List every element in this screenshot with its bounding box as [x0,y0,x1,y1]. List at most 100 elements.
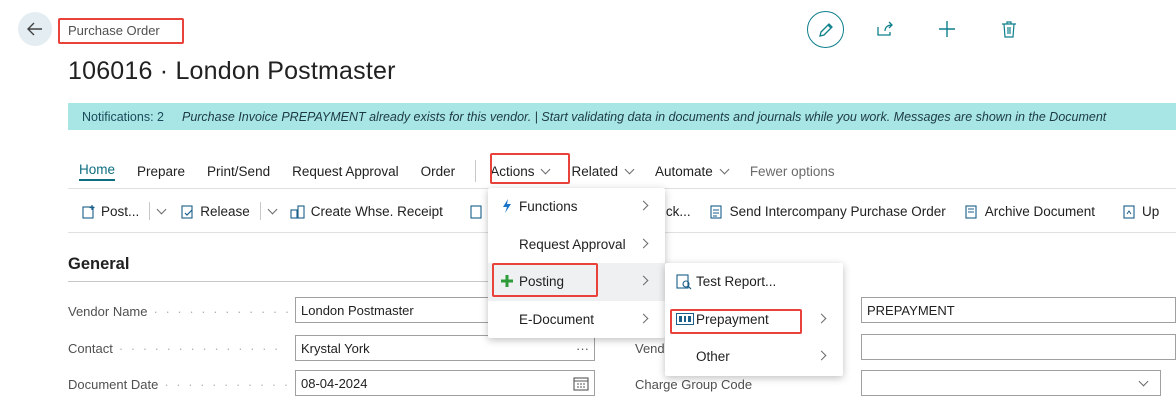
release-icon [179,203,195,219]
document-date-field[interactable]: 08-04-2024 [295,370,595,396]
vendor-name-value: London Postmaster [301,302,414,318]
chevron-right-icon [638,313,649,323]
contact-label-text: Contact [68,341,113,356]
release-button[interactable]: Release [179,203,250,219]
document-icon [469,203,485,219]
release-label: Release [200,203,250,219]
post-button[interactable]: Post... [80,203,139,219]
archive-icon [964,203,980,219]
chevron-right-icon [816,313,827,323]
edit-icon [818,22,833,37]
share-icon [877,21,893,36]
tab-automate-label: Automate [655,163,713,179]
warehouse-icon [290,203,306,219]
leader-dots: · · · · · · · · · · · · · · [164,377,293,392]
archive-document-button[interactable]: Archive Document [964,203,1095,219]
plus-green-icon [501,275,513,290]
menu-item-e-document[interactable]: E-Document [488,301,665,339]
right-field-2[interactable] [861,334,1176,360]
charge-group-code-label: Charge Group Code [635,377,855,392]
delete-button[interactable] [998,18,1020,40]
document-date-label-text: Document Date [68,377,159,392]
arrow-left-icon [27,22,42,36]
send-intercompany-label: Send Intercompany Purchase Order [729,203,946,219]
tab-request-approval[interactable]: Request Approval [292,164,399,179]
calendar-icon[interactable] [573,376,589,391]
actions-menu: Functions Request Approval Posting E-Doc… [488,188,665,338]
document-date-value: 08-04-2024 [301,375,368,391]
menu-item-request-approval[interactable]: Request Approval [488,226,665,264]
chevron-down-icon[interactable] [1138,376,1149,386]
create-whse-receipt-label: Create Whse. Receipt [310,203,443,219]
partial-command-label: ck... [665,203,691,219]
delete-icon [1002,20,1016,38]
post-label: Post... [101,203,140,219]
chevron-down-icon[interactable] [267,204,278,214]
post-icon [80,203,96,219]
page-title: 106016 · London Postmaster [68,57,396,85]
add-icon [939,21,955,37]
fewer-options-button[interactable]: Fewer options [750,164,835,179]
back-button[interactable] [18,12,52,46]
tab-actions-label: Actions [490,163,535,179]
add-button[interactable] [936,18,958,40]
share-button[interactable] [874,18,896,40]
section-divider [68,281,488,282]
menu-item-posting[interactable]: Posting [488,263,665,301]
menu-item-posting-label: Posting [519,274,565,290]
contact-value: Krystal York [301,340,370,356]
chevron-down-icon [541,164,551,174]
right-field-1[interactable]: PREPAYMENT [861,297,1176,323]
tab-automate[interactable]: Automate [655,163,730,179]
partial-command-button[interactable]: ck... [666,204,691,219]
contact-field[interactable]: Krystal York ··· [295,335,595,361]
menu-item-prepayment[interactable]: Prepayment [665,301,843,339]
chevron-right-icon [638,200,649,211]
tab-home[interactable]: Home [79,162,116,181]
command-separator [259,202,261,220]
breadcrumb[interactable]: Purchase Order [68,23,160,38]
tab-related[interactable]: Related [571,163,635,179]
update-button[interactable]: Up [1121,203,1159,219]
update-icon [1121,203,1137,219]
menu-item-other-label: Other [696,349,730,365]
tab-actions[interactable]: Actions [490,163,551,179]
command-separator [149,202,151,220]
chevron-right-icon [638,275,649,286]
chevron-down-icon [624,164,635,174]
tab-order[interactable]: Order [421,164,456,179]
posting-submenu: Test Report... Prepayment Other [665,263,843,376]
contact-more-button[interactable]: ··· [576,341,589,356]
vendor-name-label: Vendor Name · · · · · · · · · · · · · · [68,304,293,319]
contact-label: Contact · · · · · · · · · · · · · · [68,341,293,356]
send-intercompany-button[interactable]: Send Intercompany Purchase Order [709,203,946,219]
notification-bar[interactable]: Notifications: 2 Purchase Invoice PREPAY… [68,103,1176,130]
hidden-command-icon[interactable] [469,203,490,219]
tab-prepare[interactable]: Prepare [137,164,185,179]
create-whse-receipt-button[interactable]: Create Whse. Receipt [290,203,443,219]
chevron-right-icon [638,238,649,248]
prepayment-icon [676,312,694,328]
menu-item-test-report-label: Test Report... [696,274,777,290]
tab-print-send[interactable]: Print/Send [207,164,270,179]
vendor-name-label-text: Vendor Name [68,304,148,319]
menu-item-functions[interactable]: Functions [488,188,665,226]
vendor-partial-label: Vend [635,341,665,356]
leader-dots: · · · · · · · · · · · · · · [118,341,281,356]
archive-document-label: Archive Document [984,203,1096,219]
notification-count[interactable]: Notifications: 2 [82,110,164,124]
action-bar: Home Prepare Print/Send Request Approval… [68,155,857,187]
chevron-down-icon[interactable] [156,204,167,214]
leader-dots: · · · · · · · · · · · · · · [153,304,294,319]
action-bar-separator [475,160,477,182]
menu-item-functions-label: Functions [519,199,578,215]
tab-related-label: Related [571,163,619,179]
test-report-icon [676,274,692,293]
menu-item-request-approval-label: Request Approval [519,236,626,252]
edit-button[interactable] [807,11,844,48]
menu-item-other[interactable]: Other [665,338,843,376]
section-title-general[interactable]: General [68,255,129,274]
charge-group-code-field[interactable] [861,370,1161,396]
menu-item-test-report[interactable]: Test Report... [665,263,843,301]
vendor-name-field[interactable]: London Postmaster [295,297,495,323]
